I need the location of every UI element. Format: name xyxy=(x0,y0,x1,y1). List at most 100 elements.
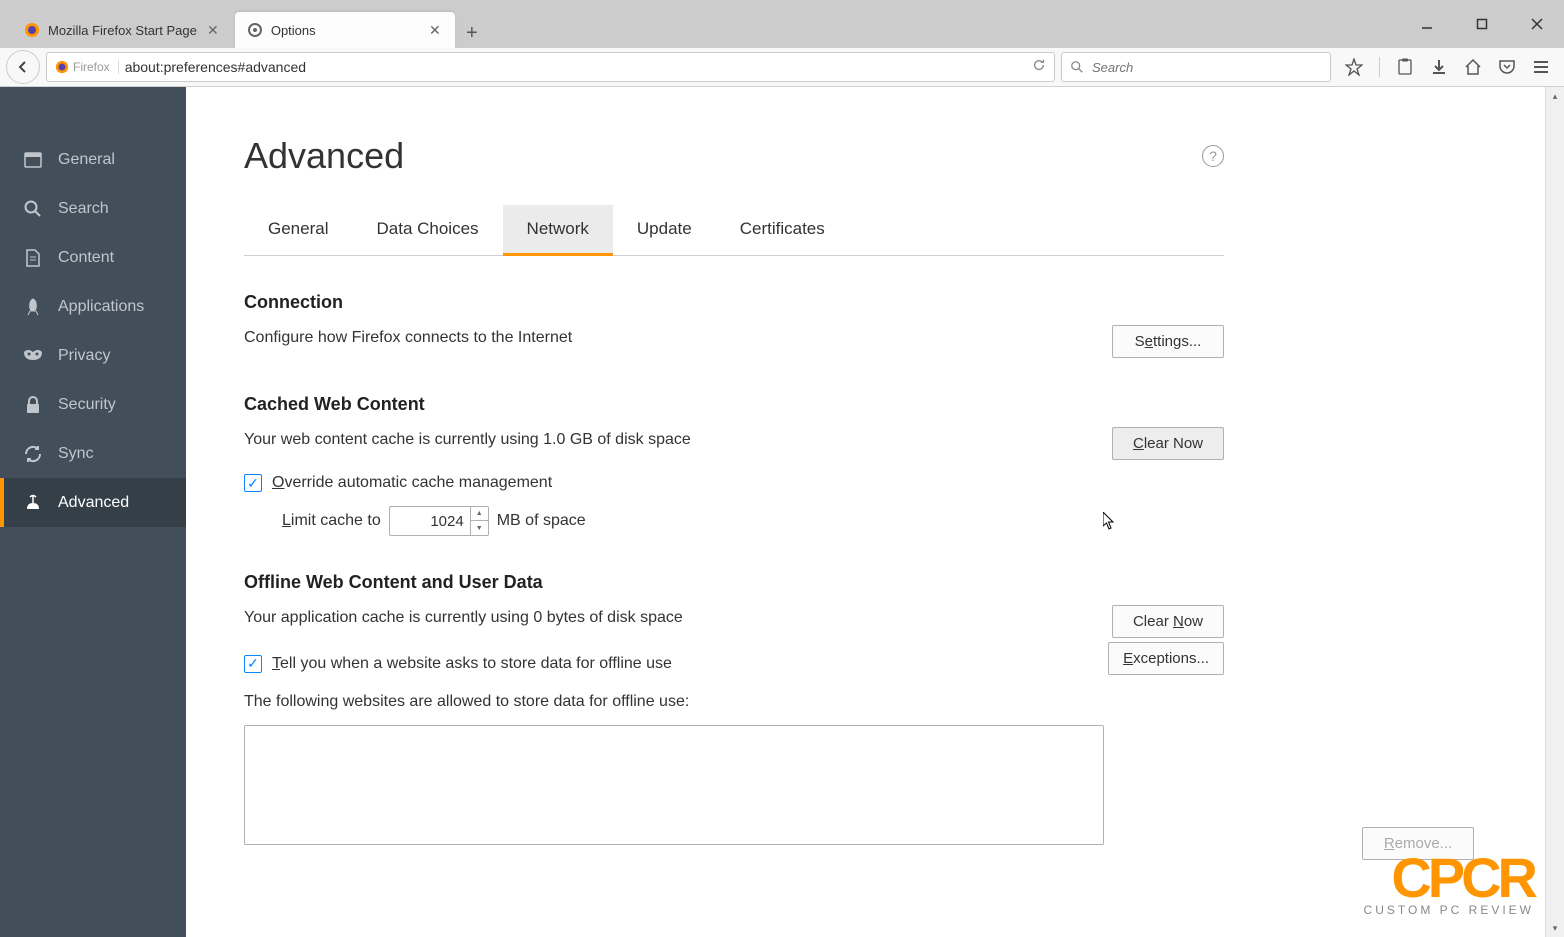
search-icon xyxy=(1070,60,1084,74)
offline-desc: Your application cache is currently usin… xyxy=(244,605,683,631)
clear-offline-button[interactable]: Clear Now xyxy=(1112,605,1224,638)
subtab-general[interactable]: General xyxy=(244,205,352,255)
sidebar-item-security[interactable]: Security xyxy=(0,380,186,429)
sidebar-item-label: Security xyxy=(58,396,116,414)
subtab-update[interactable]: Update xyxy=(613,205,716,255)
section-title: Cached Web Content xyxy=(244,394,1224,415)
sidebar-item-label: Privacy xyxy=(58,347,110,365)
offline-sites-listbox[interactable] xyxy=(244,725,1104,845)
content-area: General Search Content Applications Priv… xyxy=(0,87,1564,937)
preferences-sidebar: General Search Content Applications Priv… xyxy=(0,87,186,937)
tell-offline-checkbox-row[interactable]: ✓ Tell you when a website asks to store … xyxy=(244,655,672,673)
subtab-certificates[interactable]: Certificates xyxy=(716,205,849,255)
subtab-network[interactable]: Network xyxy=(503,205,613,256)
sidebar-item-applications[interactable]: Applications xyxy=(0,282,186,331)
override-label: Override automatic cache management xyxy=(272,474,552,492)
reload-icon[interactable] xyxy=(1032,58,1046,77)
checkbox-checked-icon[interactable]: ✓ xyxy=(244,474,262,492)
bookmark-star-icon[interactable] xyxy=(1345,58,1363,76)
clear-cache-button[interactable]: Clear Now xyxy=(1112,427,1224,460)
connection-section: Connection Configure how Firefox connect… xyxy=(244,292,1224,358)
firefox-icon xyxy=(24,22,40,38)
search-bar[interactable] xyxy=(1061,52,1331,82)
navigation-bar: Firefox about:preferences#advanced xyxy=(0,48,1564,87)
gear-icon xyxy=(247,22,263,38)
limit-cache-row: Limit cache to 1024 ▲ ▼ MB of space xyxy=(282,506,1224,536)
pocket-icon[interactable] xyxy=(1498,58,1516,76)
sidebar-item-label: Sync xyxy=(58,445,94,463)
new-tab-button[interactable]: + xyxy=(457,18,487,48)
spinner-down[interactable]: ▼ xyxy=(471,521,488,535)
settings-button[interactable]: Settings... xyxy=(1112,325,1224,358)
panel-icon xyxy=(22,149,44,171)
tell-label: Tell you when a website asks to store da… xyxy=(272,655,672,673)
separator xyxy=(1379,57,1380,77)
watermark-tagline: CUSTOM PC REVIEW xyxy=(1364,903,1534,917)
sidebar-item-advanced[interactable]: Advanced xyxy=(0,478,186,527)
url-text: about:preferences#advanced xyxy=(125,59,1026,75)
cache-section: Cached Web Content Your web content cach… xyxy=(244,394,1224,536)
browser-window: Mozilla Firefox Start Page ✕ Options ✕ + xyxy=(0,0,1564,937)
sidebar-item-sync[interactable]: Sync xyxy=(0,429,186,478)
tab-strip: Mozilla Firefox Start Page ✕ Options ✕ + xyxy=(0,0,1399,48)
close-icon[interactable]: ✕ xyxy=(205,22,221,38)
home-icon[interactable] xyxy=(1464,58,1482,76)
vertical-scrollbar[interactable]: ▴ ▾ xyxy=(1545,87,1564,937)
search-input[interactable] xyxy=(1092,60,1322,75)
toolbar-icons xyxy=(1337,57,1558,77)
document-icon xyxy=(22,247,44,269)
window-controls xyxy=(1399,6,1564,42)
connection-desc: Configure how Firefox connects to the In… xyxy=(244,325,572,351)
sidebar-item-search[interactable]: Search xyxy=(0,184,186,233)
watermark-logo: CPCR xyxy=(1364,853,1534,903)
subtab-data-choices[interactable]: Data Choices xyxy=(352,205,502,255)
sidebar-item-label: General xyxy=(58,151,115,169)
tab-firefox-start[interactable]: Mozilla Firefox Start Page ✕ xyxy=(12,12,233,48)
spinner-up[interactable]: ▲ xyxy=(471,507,488,521)
tab-label: Mozilla Firefox Start Page xyxy=(48,23,197,38)
sidebar-item-content[interactable]: Content xyxy=(0,233,186,282)
clipboard-icon[interactable] xyxy=(1396,58,1414,76)
cache-size-input[interactable]: 1024 ▲ ▼ xyxy=(389,506,489,536)
sidebar-item-general[interactable]: General xyxy=(0,135,186,184)
tab-label: Options xyxy=(271,23,419,38)
close-button[interactable] xyxy=(1509,6,1564,42)
main-panel: Advanced ? General Data Choices Network … xyxy=(186,87,1564,937)
exceptions-button[interactable]: Exceptions... xyxy=(1108,642,1224,675)
subtabs: General Data Choices Network Update Cert… xyxy=(244,205,1224,256)
url-bar[interactable]: Firefox about:preferences#advanced xyxy=(46,52,1055,82)
wizard-icon xyxy=(22,492,44,514)
sync-icon xyxy=(22,443,44,465)
page-title: Advanced xyxy=(244,135,404,177)
identity-box[interactable]: Firefox xyxy=(55,60,119,74)
limit-suffix: MB of space xyxy=(497,512,586,530)
back-button[interactable] xyxy=(6,50,40,84)
limit-prefix: Limit cache to xyxy=(282,512,381,530)
sidebar-item-label: Applications xyxy=(58,298,144,316)
sidebar-item-label: Search xyxy=(58,200,109,218)
section-title: Connection xyxy=(244,292,1224,313)
scroll-down-icon[interactable]: ▾ xyxy=(1546,919,1564,937)
close-icon[interactable]: ✕ xyxy=(427,22,443,38)
tab-options[interactable]: Options ✕ xyxy=(235,12,455,48)
lock-icon xyxy=(22,394,44,416)
sidebar-item-label: Content xyxy=(58,249,114,267)
scroll-up-icon[interactable]: ▴ xyxy=(1546,87,1564,105)
allowed-sites-label: The following websites are allowed to st… xyxy=(244,689,1224,715)
override-cache-checkbox-row[interactable]: ✓ Override automatic cache management xyxy=(244,474,1224,492)
section-title: Offline Web Content and User Data xyxy=(244,572,1224,593)
minimize-button[interactable] xyxy=(1399,6,1454,42)
search-icon xyxy=(22,198,44,220)
menu-icon[interactable] xyxy=(1532,58,1550,76)
identity-label: Firefox xyxy=(73,60,110,74)
checkbox-checked-icon[interactable]: ✓ xyxy=(244,655,262,673)
help-icon[interactable]: ? xyxy=(1202,145,1224,167)
mask-icon xyxy=(22,345,44,367)
offline-section: Offline Web Content and User Data Your a… xyxy=(244,572,1224,860)
sidebar-item-privacy[interactable]: Privacy xyxy=(0,331,186,380)
titlebar: Mozilla Firefox Start Page ✕ Options ✕ + xyxy=(0,0,1564,48)
sidebar-item-label: Advanced xyxy=(58,494,129,512)
maximize-button[interactable] xyxy=(1454,6,1509,42)
cache-size-value: 1024 xyxy=(390,513,470,530)
downloads-icon[interactable] xyxy=(1430,58,1448,76)
